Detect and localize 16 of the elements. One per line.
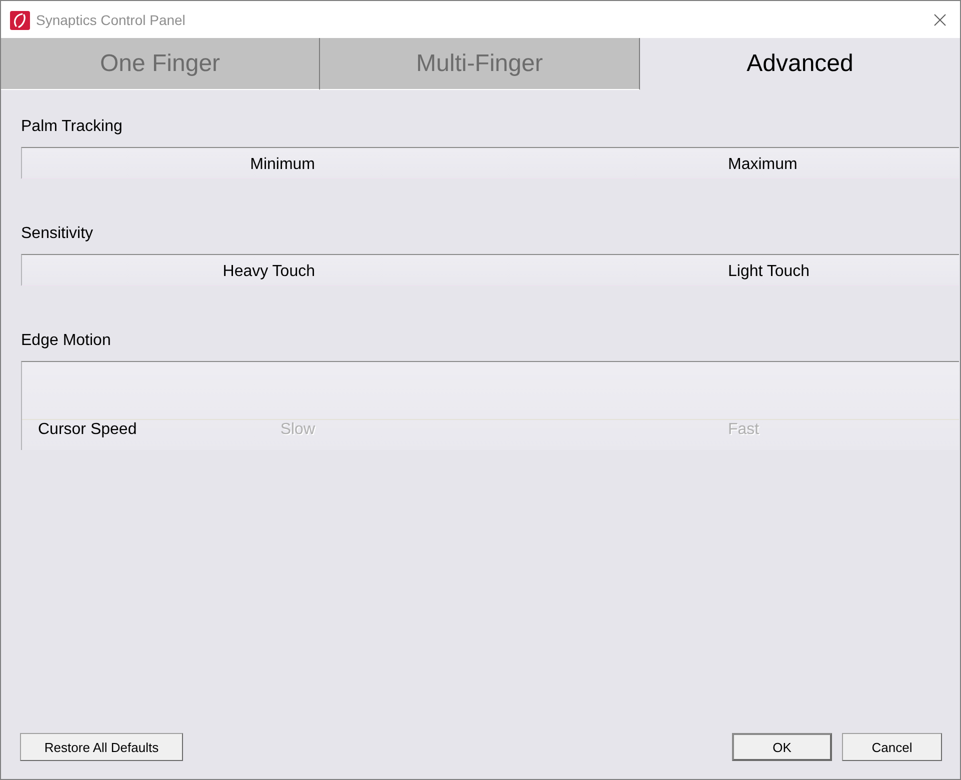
window-title: Synaptics Control Panel xyxy=(36,12,186,28)
section-label: Edge Motion xyxy=(21,331,111,351)
setting-label: Cursor Speed xyxy=(38,420,137,440)
slider-min-label: Minimum xyxy=(250,155,315,175)
cancel-button[interactable]: Cancel xyxy=(842,733,942,761)
slider-max-label: Light Touch xyxy=(728,262,810,282)
slider-max-label: Maximum xyxy=(728,155,798,175)
ok-button[interactable]: OK xyxy=(732,733,832,761)
app-logo-icon xyxy=(10,10,30,30)
section-label: Sensitivity xyxy=(21,224,94,244)
section-label: Palm Tracking xyxy=(21,117,122,137)
slider-min-label: Slow xyxy=(280,420,315,440)
slider-max-label: Fast xyxy=(728,420,760,440)
restore-defaults-button[interactable]: Restore All Defaults xyxy=(20,733,183,761)
close-icon[interactable] xyxy=(934,14,946,26)
slider-min-label: Heavy Touch xyxy=(222,262,315,282)
